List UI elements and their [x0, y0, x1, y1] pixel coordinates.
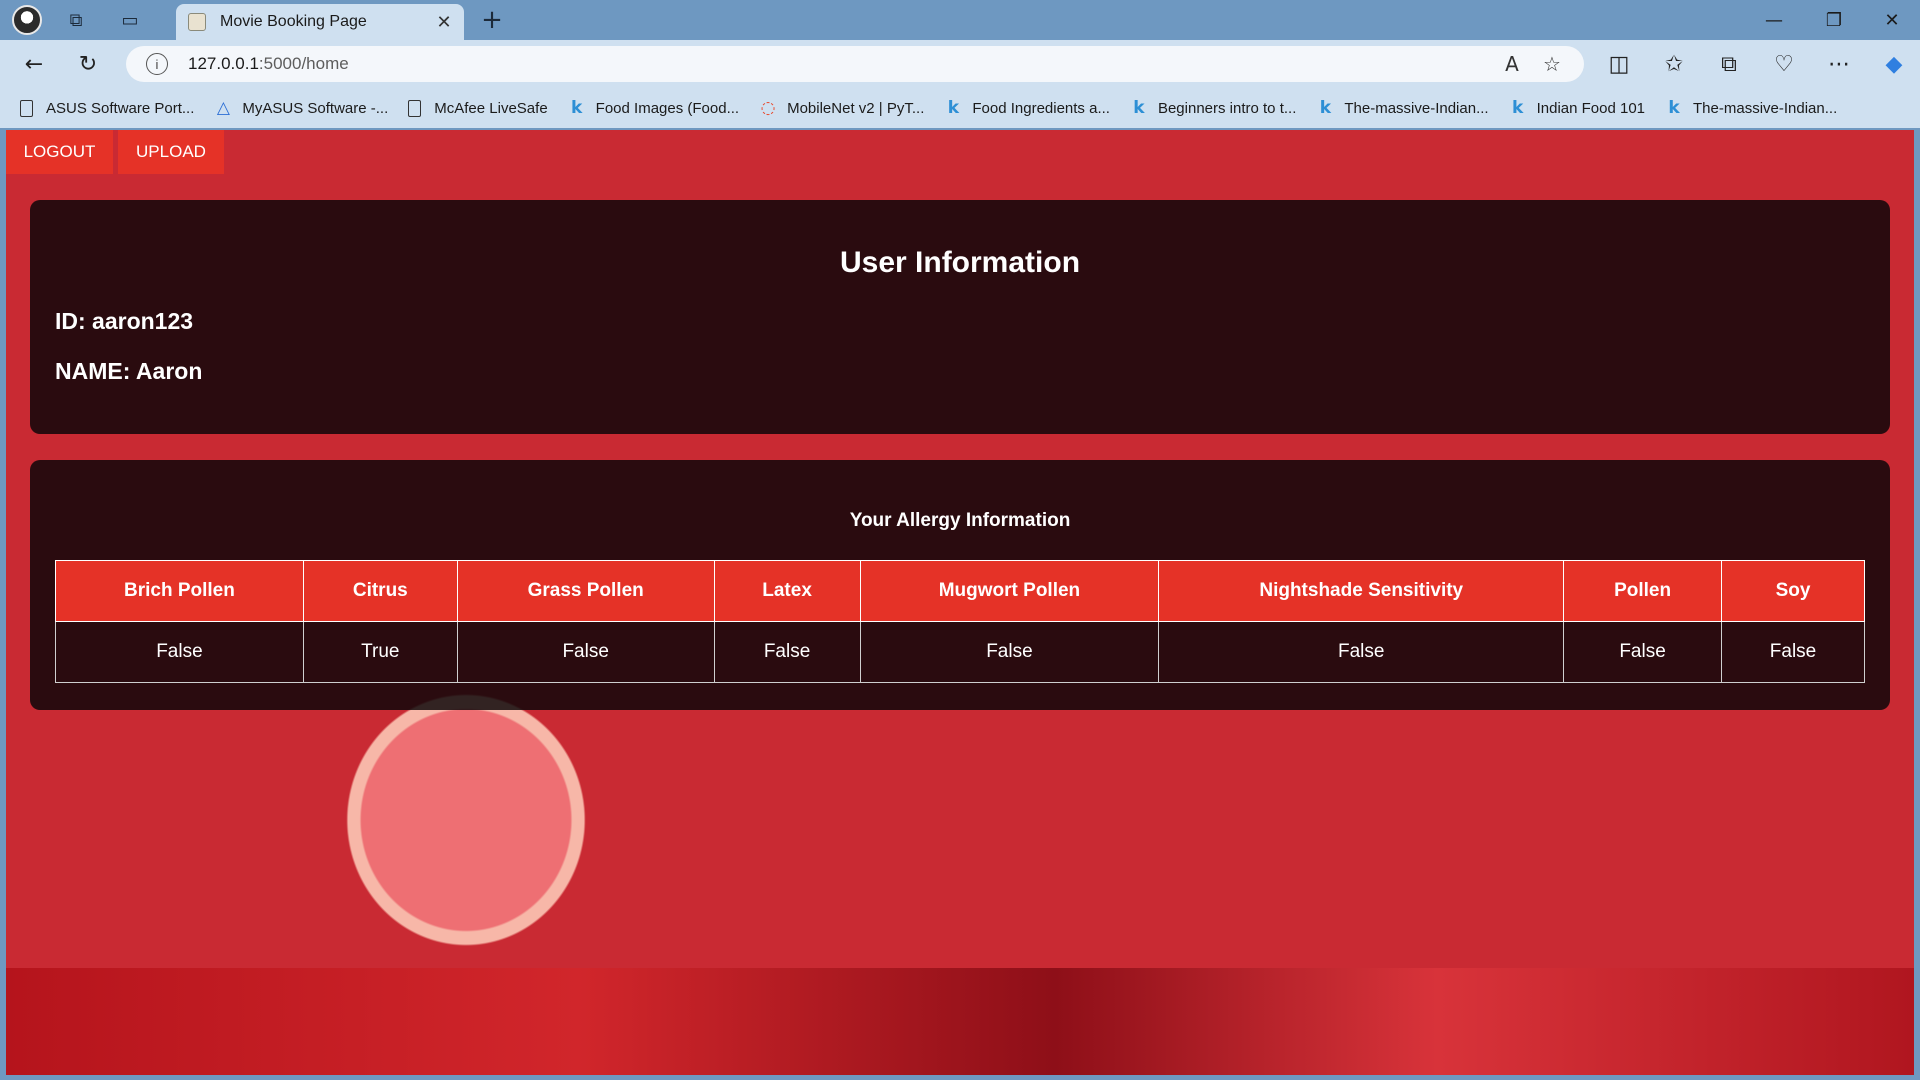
bookmark-item[interactable]: ASUS Software Port...: [20, 99, 194, 117]
table-header-cell: Nightshade Sensitivity: [1158, 560, 1565, 622]
favorite-star-icon[interactable]: ☆: [1532, 49, 1572, 79]
site-info-icon[interactable]: i: [146, 53, 168, 75]
workspaces-icon[interactable]: ⧉: [62, 6, 90, 34]
table-row: False True False False False False False…: [55, 621, 1865, 683]
bookmark-item[interactable]: k Food Ingredients a...: [944, 98, 1110, 118]
url-text[interactable]: 127.0.0.1:5000/home: [188, 54, 1492, 74]
table-header-row: Brich Pollen Citrus Grass Pollen Latex M…: [55, 560, 1865, 622]
tab-favicon-icon: [188, 13, 206, 31]
collections-icon[interactable]: ⧉: [1711, 48, 1747, 80]
bookmark-item[interactable]: k The-massive-Indian...: [1316, 98, 1489, 118]
kaggle-icon: k: [1668, 98, 1680, 118]
copilot-icon[interactable]: ◆: [1876, 48, 1912, 80]
tab-actions-icon[interactable]: ▭: [116, 6, 144, 34]
user-id: ID: aaron123: [55, 308, 194, 334]
new-tab-icon[interactable]: +: [478, 5, 506, 35]
table-cell: False: [713, 621, 861, 683]
minimize-icon[interactable]: —: [1746, 0, 1802, 40]
table-header-cell: Citrus: [302, 560, 458, 622]
logout-button[interactable]: LOGOUT: [6, 130, 113, 174]
table-cell: False: [456, 621, 715, 683]
allergy-table: Brich Pollen Citrus Grass Pollen Latex M…: [55, 560, 1865, 683]
browser-essentials-icon[interactable]: ♡: [1766, 48, 1802, 80]
table-cell: False: [55, 621, 304, 683]
pytorch-icon: ◌: [760, 98, 776, 118]
kaggle-icon: k: [1511, 98, 1524, 118]
split-screen-icon[interactable]: ◫: [1601, 48, 1637, 80]
tab-close-icon[interactable]: ✕: [432, 10, 456, 34]
address-bar[interactable]: i 127.0.0.1:5000/home A ☆: [126, 46, 1584, 82]
kaggle-icon: k: [1133, 98, 1145, 118]
table-cell: False: [1563, 621, 1723, 683]
table-cell: False: [859, 621, 1160, 683]
back-icon[interactable]: ←: [16, 48, 52, 80]
bookmark-item[interactable]: ◌ MobileNet v2 | PyT...: [759, 98, 925, 118]
user-info-title: User Information: [839, 246, 1081, 279]
bookmark-item[interactable]: McAfee LiveSafe: [408, 99, 548, 117]
kaggle-icon: k: [571, 98, 583, 118]
more-options-icon[interactable]: ⋯: [1821, 48, 1857, 80]
favorites-icon[interactable]: ✩: [1656, 48, 1692, 80]
table-header-cell: Soy: [1721, 560, 1865, 622]
myasus-icon: △: [216, 98, 230, 118]
document-icon: [408, 99, 422, 117]
tab-title: Movie Booking Page: [220, 13, 367, 30]
document-icon: [20, 99, 33, 117]
bookmarks-bar: ASUS Software Port... △ MyASUS Software -…: [0, 88, 1920, 128]
bookmark-item[interactable]: k Indian Food 101: [1509, 98, 1645, 118]
table-cell: False: [1158, 621, 1565, 683]
page-viewport: LOGOUT UPLOAD User Information ID: aaron…: [6, 130, 1914, 1075]
browser-navbar: ← ↻ i 127.0.0.1:5000/home A ☆ ◫ ✩ ⧉ ♡ ⋯ …: [0, 40, 1920, 88]
table-header-cell: Brich Pollen: [55, 560, 304, 622]
browser-titlebar: ⧉ ▭ Movie Booking Page ✕ + — ❐ ✕: [0, 0, 1920, 40]
restore-icon[interactable]: ❐: [1806, 0, 1862, 40]
table-cell: True: [302, 621, 458, 683]
background-image: [6, 968, 1914, 1075]
kaggle-icon: k: [1319, 98, 1332, 118]
refresh-icon[interactable]: ↻: [70, 48, 106, 80]
allergy-info-card: Your Allergy Information Brich Pollen Ci…: [30, 460, 1890, 710]
bookmark-item[interactable]: k The-massive-Indian...: [1665, 98, 1837, 118]
allergy-info-title: Your Allergy Information: [849, 510, 1071, 531]
table-header-cell: Latex: [713, 560, 861, 622]
bookmark-item[interactable]: △ MyASUS Software -...: [214, 98, 388, 118]
table-header-cell: Pollen: [1563, 560, 1723, 622]
bookmark-item[interactable]: k Beginners intro to t...: [1130, 98, 1296, 118]
close-window-icon[interactable]: ✕: [1864, 0, 1920, 40]
read-aloud-icon[interactable]: A: [1492, 49, 1532, 79]
table-header-cell: Grass Pollen: [456, 560, 715, 622]
tab-movie-booking[interactable]: Movie Booking Page ✕: [176, 4, 464, 40]
table-header-cell: Mugwort Pollen: [859, 560, 1160, 622]
bookmark-item[interactable]: k Food Images (Food...: [568, 98, 739, 118]
user-info-card: User Information ID: aaron123 NAME: Aaro…: [30, 200, 1890, 434]
upload-button[interactable]: UPLOAD: [118, 130, 224, 174]
user-name: NAME: Aaron: [55, 358, 203, 384]
profile-avatar-icon[interactable]: [12, 5, 42, 35]
table-cell: False: [1721, 621, 1865, 683]
kaggle-icon: k: [947, 98, 960, 118]
